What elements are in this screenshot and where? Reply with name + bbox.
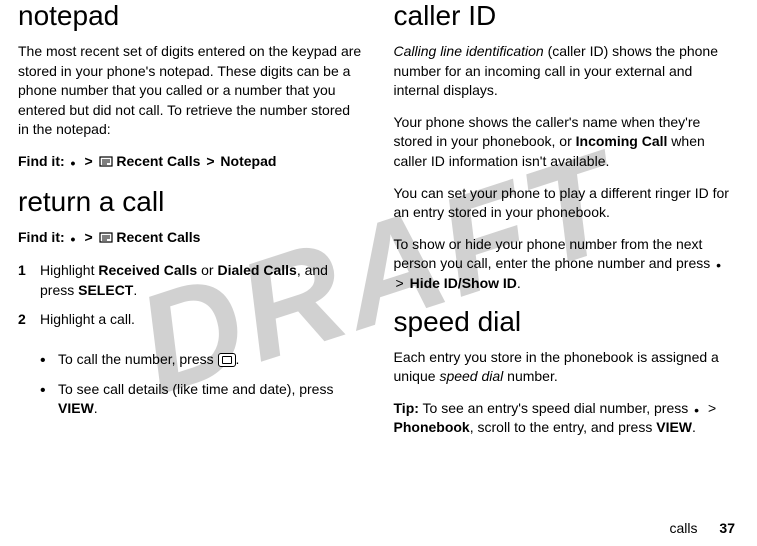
recent-calls-label: Recent Calls — [116, 229, 200, 245]
tip-a: To see an entry's speed dial number, pre… — [419, 400, 692, 416]
menu-key-icon — [692, 404, 702, 414]
callerid-para3: You can set your phone to play a differe… — [394, 184, 740, 223]
page-footer: calls 37 — [670, 520, 735, 536]
speed-para1-b: number. — [503, 368, 557, 384]
notepad-heading: notepad — [18, 0, 364, 32]
menu-key-icon — [69, 233, 79, 243]
gt-icon: > — [394, 274, 406, 294]
tip-c: . — [692, 419, 696, 435]
gt-icon: > — [82, 152, 94, 172]
step-1: Highlight Received Calls or Dialed Calls… — [18, 261, 364, 300]
findit-label: Find it: — [18, 153, 65, 169]
step1-text-c: . — [133, 282, 137, 298]
footer-section: calls — [670, 520, 698, 536]
speeddial-heading: speed dial — [394, 306, 740, 338]
left-column: notepad The most recent set of digits en… — [18, 0, 364, 500]
send-key-icon — [218, 353, 236, 367]
notepad-para: The most recent set of digits entered on… — [18, 42, 364, 140]
received-calls-label: Received Calls — [98, 262, 197, 278]
notepad-findit: Find it: > Recent Calls > Notepad — [18, 152, 364, 172]
tip-label: Tip: — [394, 400, 419, 416]
gt-icon: > — [204, 152, 216, 172]
dialed-calls-label: Dialed Calls — [217, 262, 296, 278]
page-content: notepad The most recent set of digits en… — [0, 0, 757, 500]
gt-icon: > — [82, 228, 94, 248]
return-call-bullets: To call the number, press . To see call … — [40, 350, 364, 429]
bullet1-text-b: . — [236, 351, 240, 367]
tip-b: , scroll to the entry, and press — [470, 419, 657, 435]
bullet2-text-a: To see call details (like time and date)… — [58, 381, 333, 397]
callerid-para4: To show or hide your phone number from t… — [394, 235, 740, 294]
menu-key-icon — [714, 259, 724, 269]
hide-show-id-label: Hide ID/Show ID — [410, 275, 517, 291]
view-label: VIEW — [58, 400, 94, 416]
return-findit: Find it: > Recent Calls — [18, 228, 364, 248]
speed-dial-term: speed dial — [439, 368, 503, 384]
incoming-call-label: Incoming Call — [576, 133, 668, 149]
bullet-details: To see call details (like time and date)… — [40, 380, 364, 419]
bullet2-text-b: . — [94, 400, 98, 416]
speeddial-para1: Each entry you store in the phonebook is… — [394, 348, 740, 387]
return-call-heading: return a call — [18, 186, 364, 218]
callerid-para4-b: . — [517, 275, 521, 291]
gt-icon: > — [706, 399, 718, 419]
step1-or: or — [197, 262, 217, 278]
view-label: VIEW — [656, 419, 692, 435]
callerid-para1: Calling line identification (caller ID) … — [394, 42, 740, 101]
calling-line-term: Calling line identification — [394, 43, 544, 59]
bullet1-text-a: To call the number, press — [58, 351, 218, 367]
menu-key-icon — [69, 157, 79, 167]
footer-page-number: 37 — [719, 520, 735, 536]
bullet-call: To call the number, press . — [40, 350, 364, 370]
notepad-menu-label: Notepad — [220, 153, 276, 169]
callerid-para4-a: To show or hide your phone number from t… — [394, 236, 715, 272]
step1-text-a: Highlight — [40, 262, 98, 278]
select-label: SELECT — [78, 282, 133, 298]
speeddial-tip: Tip: To see an entry's speed dial number… — [394, 399, 740, 438]
phonebook-label: Phonebook — [394, 419, 470, 435]
step-2: Highlight a call. — [18, 310, 364, 330]
callerid-para2: Your phone shows the caller's name when … — [394, 113, 740, 172]
findit-label: Find it: — [18, 229, 65, 245]
callerid-heading: caller ID — [394, 0, 740, 32]
right-column: caller ID Calling line identification (c… — [394, 0, 740, 500]
recent-calls-icon — [99, 153, 113, 165]
recent-calls-icon — [99, 229, 113, 241]
return-call-steps: Highlight Received Calls or Dialed Calls… — [18, 261, 364, 340]
recent-calls-label: Recent Calls — [116, 153, 200, 169]
